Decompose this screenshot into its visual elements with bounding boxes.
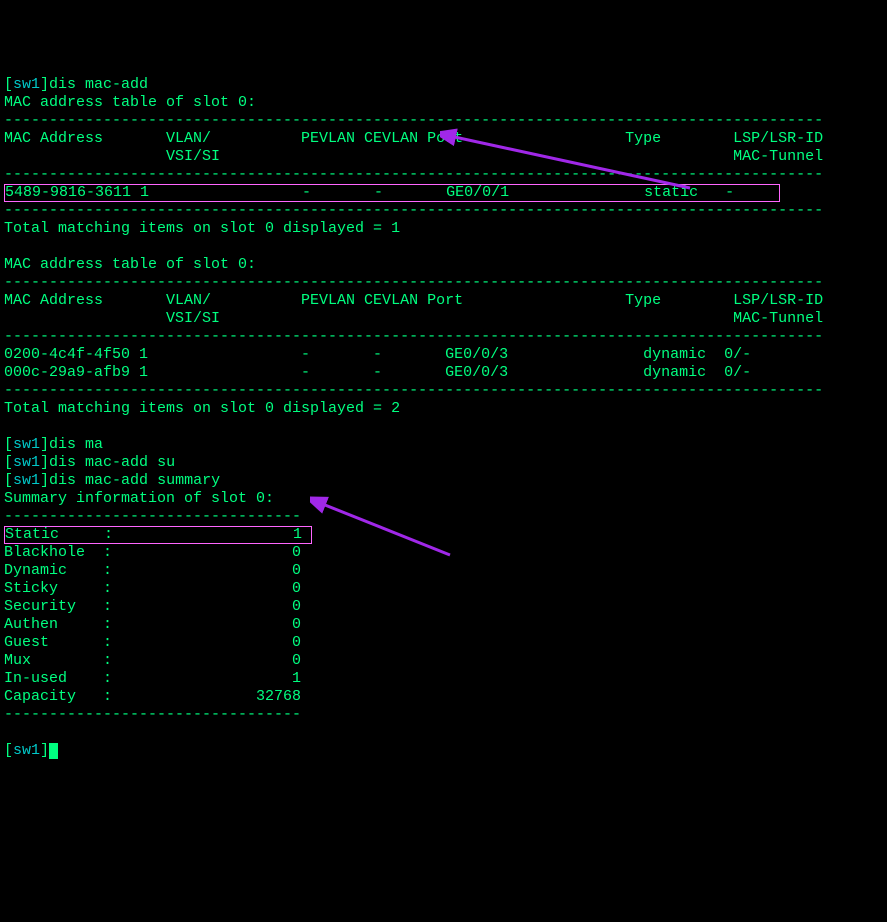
divider: --------------------------------- [4, 706, 883, 724]
prompt-bracket-open: [ [4, 472, 13, 489]
output-heading: MAC address table of slot 0: [4, 256, 883, 274]
prompt-bracket-open: [ [4, 742, 13, 759]
table-header-row: MAC Address VLAN/ PEVLAN CEVLAN Port Typ… [4, 130, 883, 148]
divider: ----------------------------------------… [4, 328, 883, 346]
prompt-hostname: sw1 [13, 436, 40, 453]
total-line: Total matching items on slot 0 displayed… [4, 400, 883, 418]
table-header-row: VSI/SI MAC-Tunnel [4, 148, 883, 166]
prompt-bracket-close: ] [40, 76, 49, 93]
output-heading: MAC address table of slot 0: [4, 94, 883, 112]
prompt-hostname: sw1 [13, 454, 40, 471]
summary-row: In-used : 1 [4, 670, 883, 688]
prompt-bracket-close: ] [40, 436, 49, 453]
command-line: [sw1]dis mac-add su [4, 454, 883, 472]
table-header-row: VSI/SI MAC-Tunnel [4, 310, 883, 328]
divider: ----------------------------------------… [4, 274, 883, 292]
blank-line [4, 238, 883, 256]
command-text: dis mac-add su [49, 454, 175, 471]
divider: ----------------------------------------… [4, 382, 883, 400]
blank-line [4, 724, 883, 742]
prompt-hostname: sw1 [13, 742, 40, 759]
prompt-bracket-close: ] [40, 472, 49, 489]
command-text: dis mac-add summary [49, 472, 220, 489]
table-row-highlighted: 5489-9816-3611 1 - - GE0/0/1 static - [4, 184, 883, 202]
prompt-hostname: sw1 [13, 76, 40, 93]
summary-row: Blackhole : 0 [4, 544, 883, 562]
divider: ----------------------------------------… [4, 166, 883, 184]
divider: ----------------------------------------… [4, 202, 883, 220]
command-text: dis ma [49, 436, 103, 453]
total-line: Total matching items on slot 0 displayed… [4, 220, 883, 238]
divider: ----------------------------------------… [4, 112, 883, 130]
summary-row: Security : 0 [4, 598, 883, 616]
prompt-bracket-close: ] [40, 742, 49, 759]
table-row: 000c-29a9-afb9 1 - - GE0/0/3 dynamic 0/- [4, 364, 883, 382]
command-text: dis mac-add [49, 76, 148, 93]
summary-row: Authen : 0 [4, 616, 883, 634]
terminal-output[interactable]: [sw1]dis mac-addMAC address table of slo… [4, 76, 883, 760]
prompt-bracket-close: ] [40, 454, 49, 471]
command-line: [sw1]dis mac-add summary [4, 472, 883, 490]
table-row: 0200-4c4f-4f50 1 - - GE0/0/3 dynamic 0/- [4, 346, 883, 364]
cursor [49, 743, 58, 759]
summary-row-highlighted: Static : 1 [4, 526, 883, 544]
summary-row: Dynamic : 0 [4, 562, 883, 580]
prompt-hostname: sw1 [13, 472, 40, 489]
summary-row: Capacity : 32768 [4, 688, 883, 706]
command-line: [sw1]dis ma [4, 436, 883, 454]
blank-line [4, 418, 883, 436]
prompt-bracket-open: [ [4, 76, 13, 93]
summary-row: Sticky : 0 [4, 580, 883, 598]
prompt-bracket-open: [ [4, 454, 13, 471]
command-line: [sw1]dis mac-add [4, 76, 883, 94]
prompt-line[interactable]: [sw1] [4, 742, 883, 760]
table-header-row: MAC Address VLAN/ PEVLAN CEVLAN Port Typ… [4, 292, 883, 310]
prompt-bracket-open: [ [4, 436, 13, 453]
summary-row: Mux : 0 [4, 652, 883, 670]
output-heading: Summary information of slot 0: [4, 490, 883, 508]
divider: --------------------------------- [4, 508, 883, 526]
summary-row: Guest : 0 [4, 634, 883, 652]
